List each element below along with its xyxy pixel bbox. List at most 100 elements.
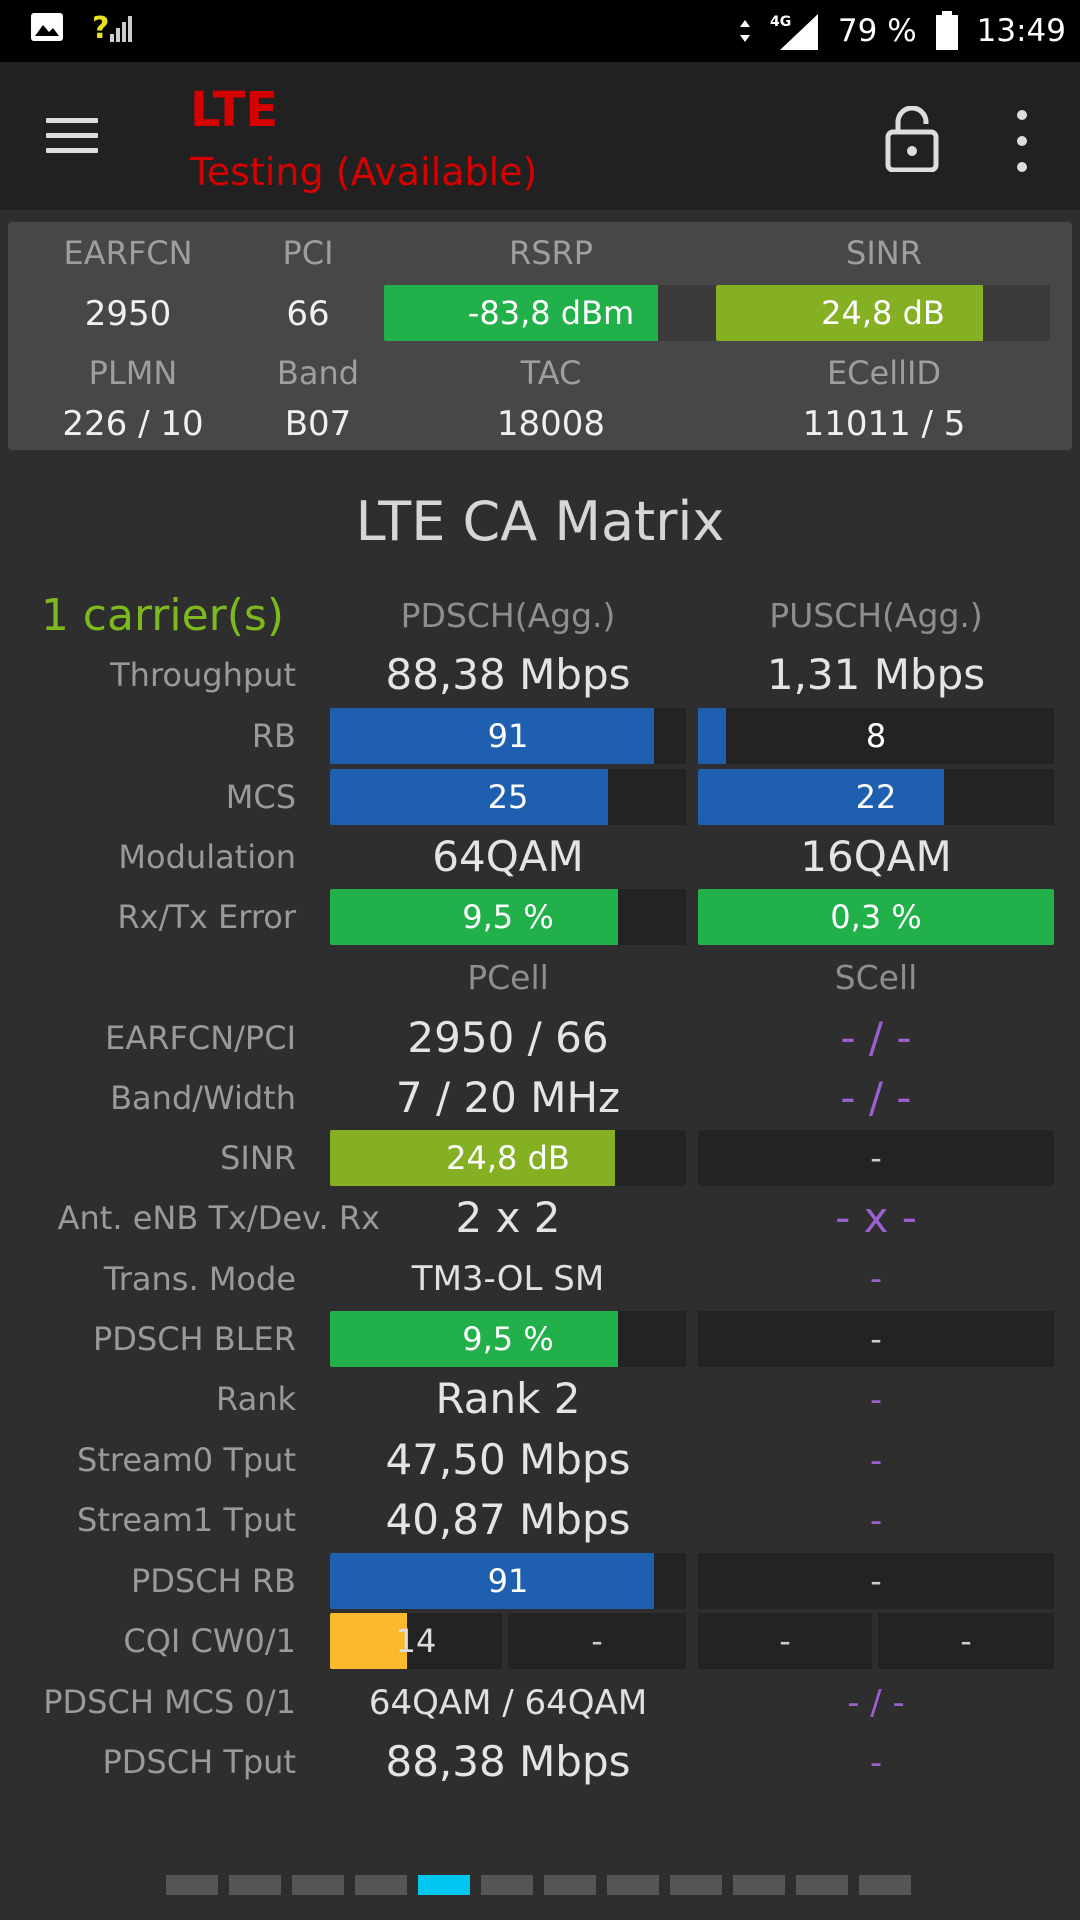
lock-open-icon[interactable]	[884, 106, 940, 172]
pdsch-rb-bar: 91	[330, 708, 686, 764]
trans-mode-label: Trans. Mode	[103, 1260, 296, 1298]
mcs-label: MCS	[225, 778, 296, 816]
pcell-cqi-cw0-bar: 14	[330, 1613, 502, 1669]
clock: 13:49	[976, 13, 1066, 49]
gallery-icon	[31, 13, 63, 41]
pcell-trans-mode: TM3-OL SM	[411, 1259, 605, 1299]
scell-trans-mode: -	[869, 1259, 883, 1299]
scell-cqi-cw0-bar: -	[698, 1613, 872, 1669]
pusch-header: PUSCH(Agg.)	[769, 596, 983, 635]
pdsch-rb-value: 91	[487, 717, 529, 755]
svg-text:4G: 4G	[770, 14, 791, 30]
page-dot-9[interactable]	[670, 1875, 722, 1895]
bler-label: PDSCH BLER	[92, 1320, 296, 1358]
scell-band-width: - / -	[840, 1073, 912, 1122]
band-width-label: Band/Width	[110, 1079, 296, 1117]
pcell-cqi-cw1-bar: -	[508, 1613, 686, 1669]
sinr-value: 24,8 dB	[821, 294, 945, 332]
network-4g-signal-icon: 4G	[770, 14, 818, 50]
pdsch-error-value: 9,5 %	[462, 898, 554, 936]
scell-pdsch-rb-bar: -	[698, 1553, 1054, 1609]
page-dot-4[interactable]	[355, 1875, 407, 1895]
pusch-throughput: 1,31 Mbps	[766, 650, 986, 699]
modulation-label: Modulation	[118, 838, 296, 876]
pcell-antenna: 2 x 2	[455, 1193, 561, 1242]
page-dot-2[interactable]	[229, 1875, 281, 1895]
pcell-rank: Rank 2	[435, 1374, 581, 1423]
status-bar: ? 4G 79 % 13:49	[0, 0, 1080, 62]
scell-cqi-cw0-value: -	[779, 1622, 791, 1660]
rsrp-label: RSRP	[508, 234, 594, 272]
scell-earfcn-pci: - / -	[840, 1013, 912, 1062]
pdsch-mcs-bar: 25	[330, 769, 686, 825]
pcell-cqi-cw0-value: 14	[395, 1622, 437, 1660]
more-options-icon[interactable]	[1010, 110, 1034, 172]
scell-stream1: -	[869, 1501, 883, 1541]
pusch-error-value: 0,3 %	[830, 898, 922, 936]
plmn-label: PLMN	[88, 354, 178, 392]
scell-sinr-value: -	[870, 1139, 882, 1177]
pcell-pdsch-rb-value: 91	[487, 1562, 529, 1600]
ecellid-label: ECellID	[826, 354, 942, 392]
scell-pdsch-mcs: - / -	[847, 1683, 905, 1723]
sinr-bar: 24,8 dB	[716, 285, 1050, 341]
error-label: Rx/Tx Error	[117, 898, 296, 936]
earfcn-pci-label: EARFCN/PCI	[105, 1019, 296, 1057]
band-value: B07	[284, 404, 352, 444]
pci-label: PCI	[282, 234, 334, 272]
scell-cqi-cw1-value: -	[960, 1622, 972, 1660]
scell-header: SCell	[834, 958, 918, 997]
pdsch-mcs-label: PDSCH MCS 0/1	[43, 1683, 296, 1721]
page-dot-10[interactable]	[733, 1875, 785, 1895]
throughput-label: Throughput	[110, 656, 296, 694]
scell-stream0: -	[869, 1441, 883, 1481]
cell-sinr-label: SINR	[220, 1139, 296, 1177]
battery-percent: 79 %	[837, 13, 917, 49]
page-title: LTE	[190, 82, 279, 138]
pcell-stream1: 40,87 Mbps	[385, 1495, 631, 1544]
pdsch-error-bar: 9,5 %	[330, 889, 686, 945]
page-dot-8[interactable]	[607, 1875, 659, 1895]
pcell-pdsch-tput: 88,38 Mbps	[385, 1737, 631, 1786]
rank-label: Rank	[216, 1380, 296, 1418]
pdsch-tput-label: PDSCH Tput	[102, 1743, 296, 1781]
page-subtitle: Testing (Available)	[190, 150, 538, 194]
stream0-label: Stream0 Tput	[77, 1441, 296, 1479]
scell-cqi-cw1-bar: -	[878, 1613, 1054, 1669]
rsrp-value: -83,8 dBm	[467, 294, 635, 332]
rb-label: RB	[251, 717, 296, 755]
pci-value: 66	[286, 294, 330, 334]
pdsch-modulation: 64QAM	[432, 832, 584, 881]
pcell-bler-value: 9,5 %	[462, 1320, 554, 1358]
page-dot-11[interactable]	[796, 1875, 848, 1895]
cqi-label: CQI CW0/1	[123, 1622, 296, 1660]
pusch-mcs-bar: 22	[698, 769, 1054, 825]
scell-pdsch-rb-value: -	[870, 1562, 882, 1600]
page-dot-3[interactable]	[292, 1875, 344, 1895]
stream1-label: Stream1 Tput	[77, 1501, 296, 1539]
pcell-stream0: 47,50 Mbps	[385, 1435, 631, 1484]
scell-pdsch-tput: -	[869, 1743, 883, 1783]
rsrp-bar: -83,8 dBm	[384, 285, 718, 341]
svg-text:?: ?	[92, 11, 109, 44]
pdsch-rb-label: PDSCH RB	[130, 1562, 296, 1600]
pusch-modulation: 16QAM	[800, 832, 952, 881]
page-dot-6[interactable]	[481, 1875, 533, 1895]
battery-icon	[935, 11, 958, 50]
app-toolbar: LTE Testing (Available)	[0, 62, 1080, 210]
page-dot-7[interactable]	[544, 1875, 596, 1895]
menu-icon[interactable]	[46, 118, 98, 158]
page-dot-5[interactable]	[418, 1875, 470, 1895]
page-dot-1[interactable]	[166, 1875, 218, 1895]
tac-label: TAC	[520, 354, 582, 392]
scell-bler-value: -	[870, 1320, 882, 1358]
band-label: Band	[276, 354, 360, 392]
page-dot-12[interactable]	[859, 1875, 911, 1895]
scell-rank: -	[869, 1380, 883, 1420]
pusch-mcs-value: 22	[855, 778, 897, 816]
pdsch-throughput: 88,38 Mbps	[385, 650, 631, 699]
carriers-count: 1 carrier(s)	[40, 590, 284, 641]
scell-antenna: - x -	[835, 1193, 917, 1242]
signal-unknown-icon: ?	[92, 11, 132, 44]
pcell-band-width: 7 / 20 MHz	[395, 1073, 621, 1122]
